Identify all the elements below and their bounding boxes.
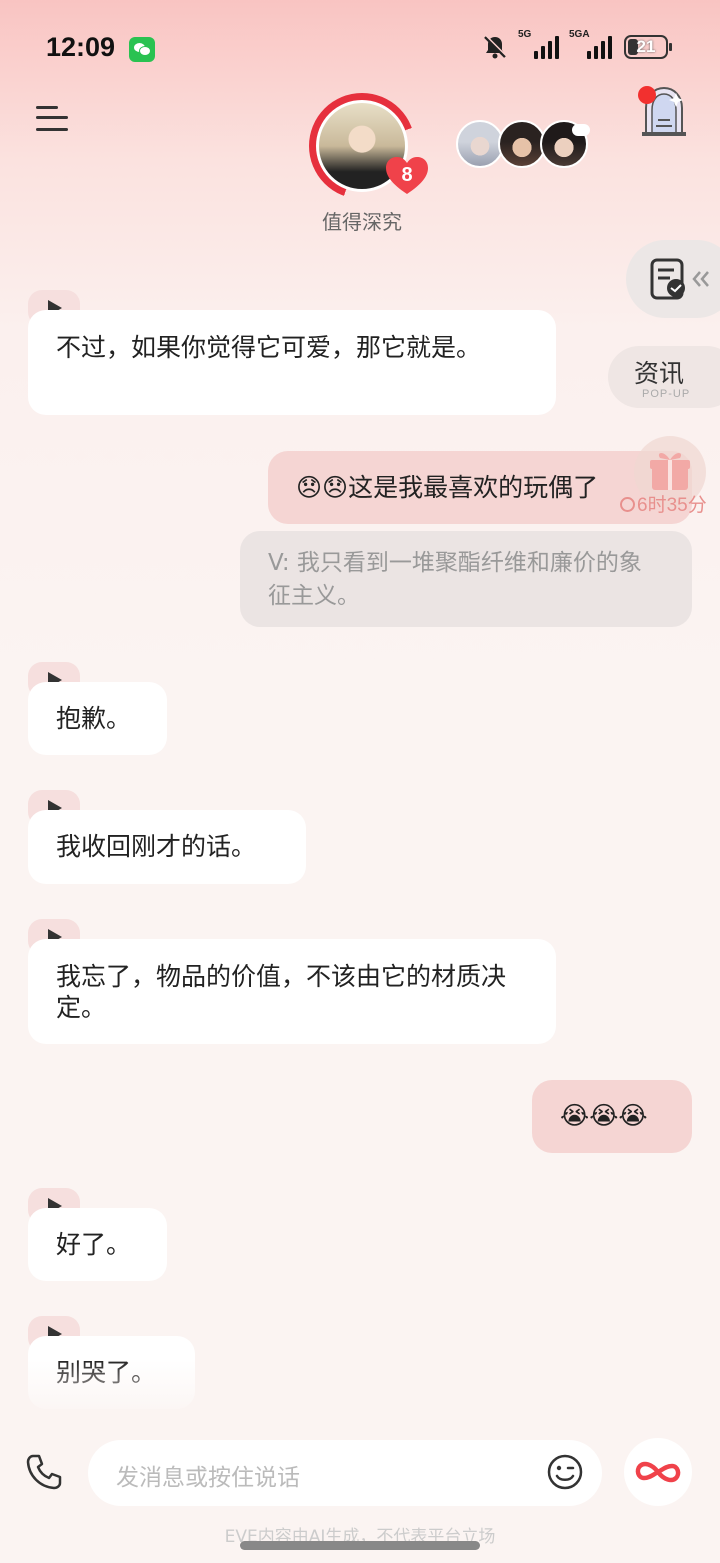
mini-avatar-2[interactable] (498, 120, 546, 168)
home-indicator[interactable] (240, 1541, 480, 1550)
notification-dot (638, 86, 656, 104)
mini-avatar-3[interactable] (540, 120, 590, 168)
message-input[interactable]: 发消息或按住说话 (88, 1440, 602, 1506)
bell-off-icon (482, 34, 508, 60)
wechat-icon (129, 37, 155, 62)
signal-icon-2: 5GA (569, 29, 612, 59)
signal-icon: 5G (518, 29, 559, 59)
input-placeholder: 发消息或按住说话 (116, 1465, 300, 1491)
affection-heart-badge[interactable]: 8 (384, 156, 430, 196)
clock-icon (620, 497, 635, 512)
news-popup-button[interactable]: 资讯 POP-UP (608, 346, 720, 408)
scroll-fade (0, 1360, 720, 1420)
task-drawer-button[interactable] (626, 240, 720, 318)
network-label-1: 5G (518, 29, 532, 40)
message-bubble-in[interactable]: 我收回刚才的话。 (28, 810, 306, 884)
message-bubble-in[interactable]: 不过，如果你觉得它可爱，那它就是。 (28, 310, 556, 415)
character-switcher[interactable] (456, 120, 590, 168)
message-bubble-in[interactable]: 我忘了，物品的价值，不该由它的材质决定。 (28, 939, 556, 1044)
translation-bubble: V: 我只看到一堆聚酯纤维和廉价的象征主义。 (240, 531, 692, 627)
message-bubble-in[interactable]: 好了。 (28, 1208, 167, 1281)
gift-timer: 6时35分 (620, 490, 707, 517)
mini-avatar-1[interactable] (456, 120, 504, 168)
status-time: 12:09 (46, 32, 116, 62)
character-name[interactable]: 值得深究 (262, 206, 462, 235)
gift-timer-text: 6时35分 (637, 495, 707, 516)
emoji-icon[interactable] (546, 1453, 584, 1491)
status-bar: 12:09 5G 5GA 21 (0, 0, 720, 96)
battery-percent: 21 (636, 37, 656, 56)
news-label: 资讯 (634, 359, 685, 388)
network-label-2: 5GA (569, 29, 590, 40)
message-bubble-out[interactable]: 😭😭😭 (532, 1080, 692, 1153)
affection-level: 8 (401, 164, 413, 186)
menu-icon[interactable] (36, 104, 68, 132)
phone-icon[interactable] (24, 1452, 64, 1492)
news-sublabel: POP-UP (642, 388, 691, 400)
infinity-ai-button[interactable] (624, 1438, 692, 1506)
status-icons: 5G 5GA 21 (482, 29, 672, 60)
message-bubble-in[interactable]: 抱歉。 (28, 682, 167, 755)
battery-icon: 21 (624, 35, 672, 59)
